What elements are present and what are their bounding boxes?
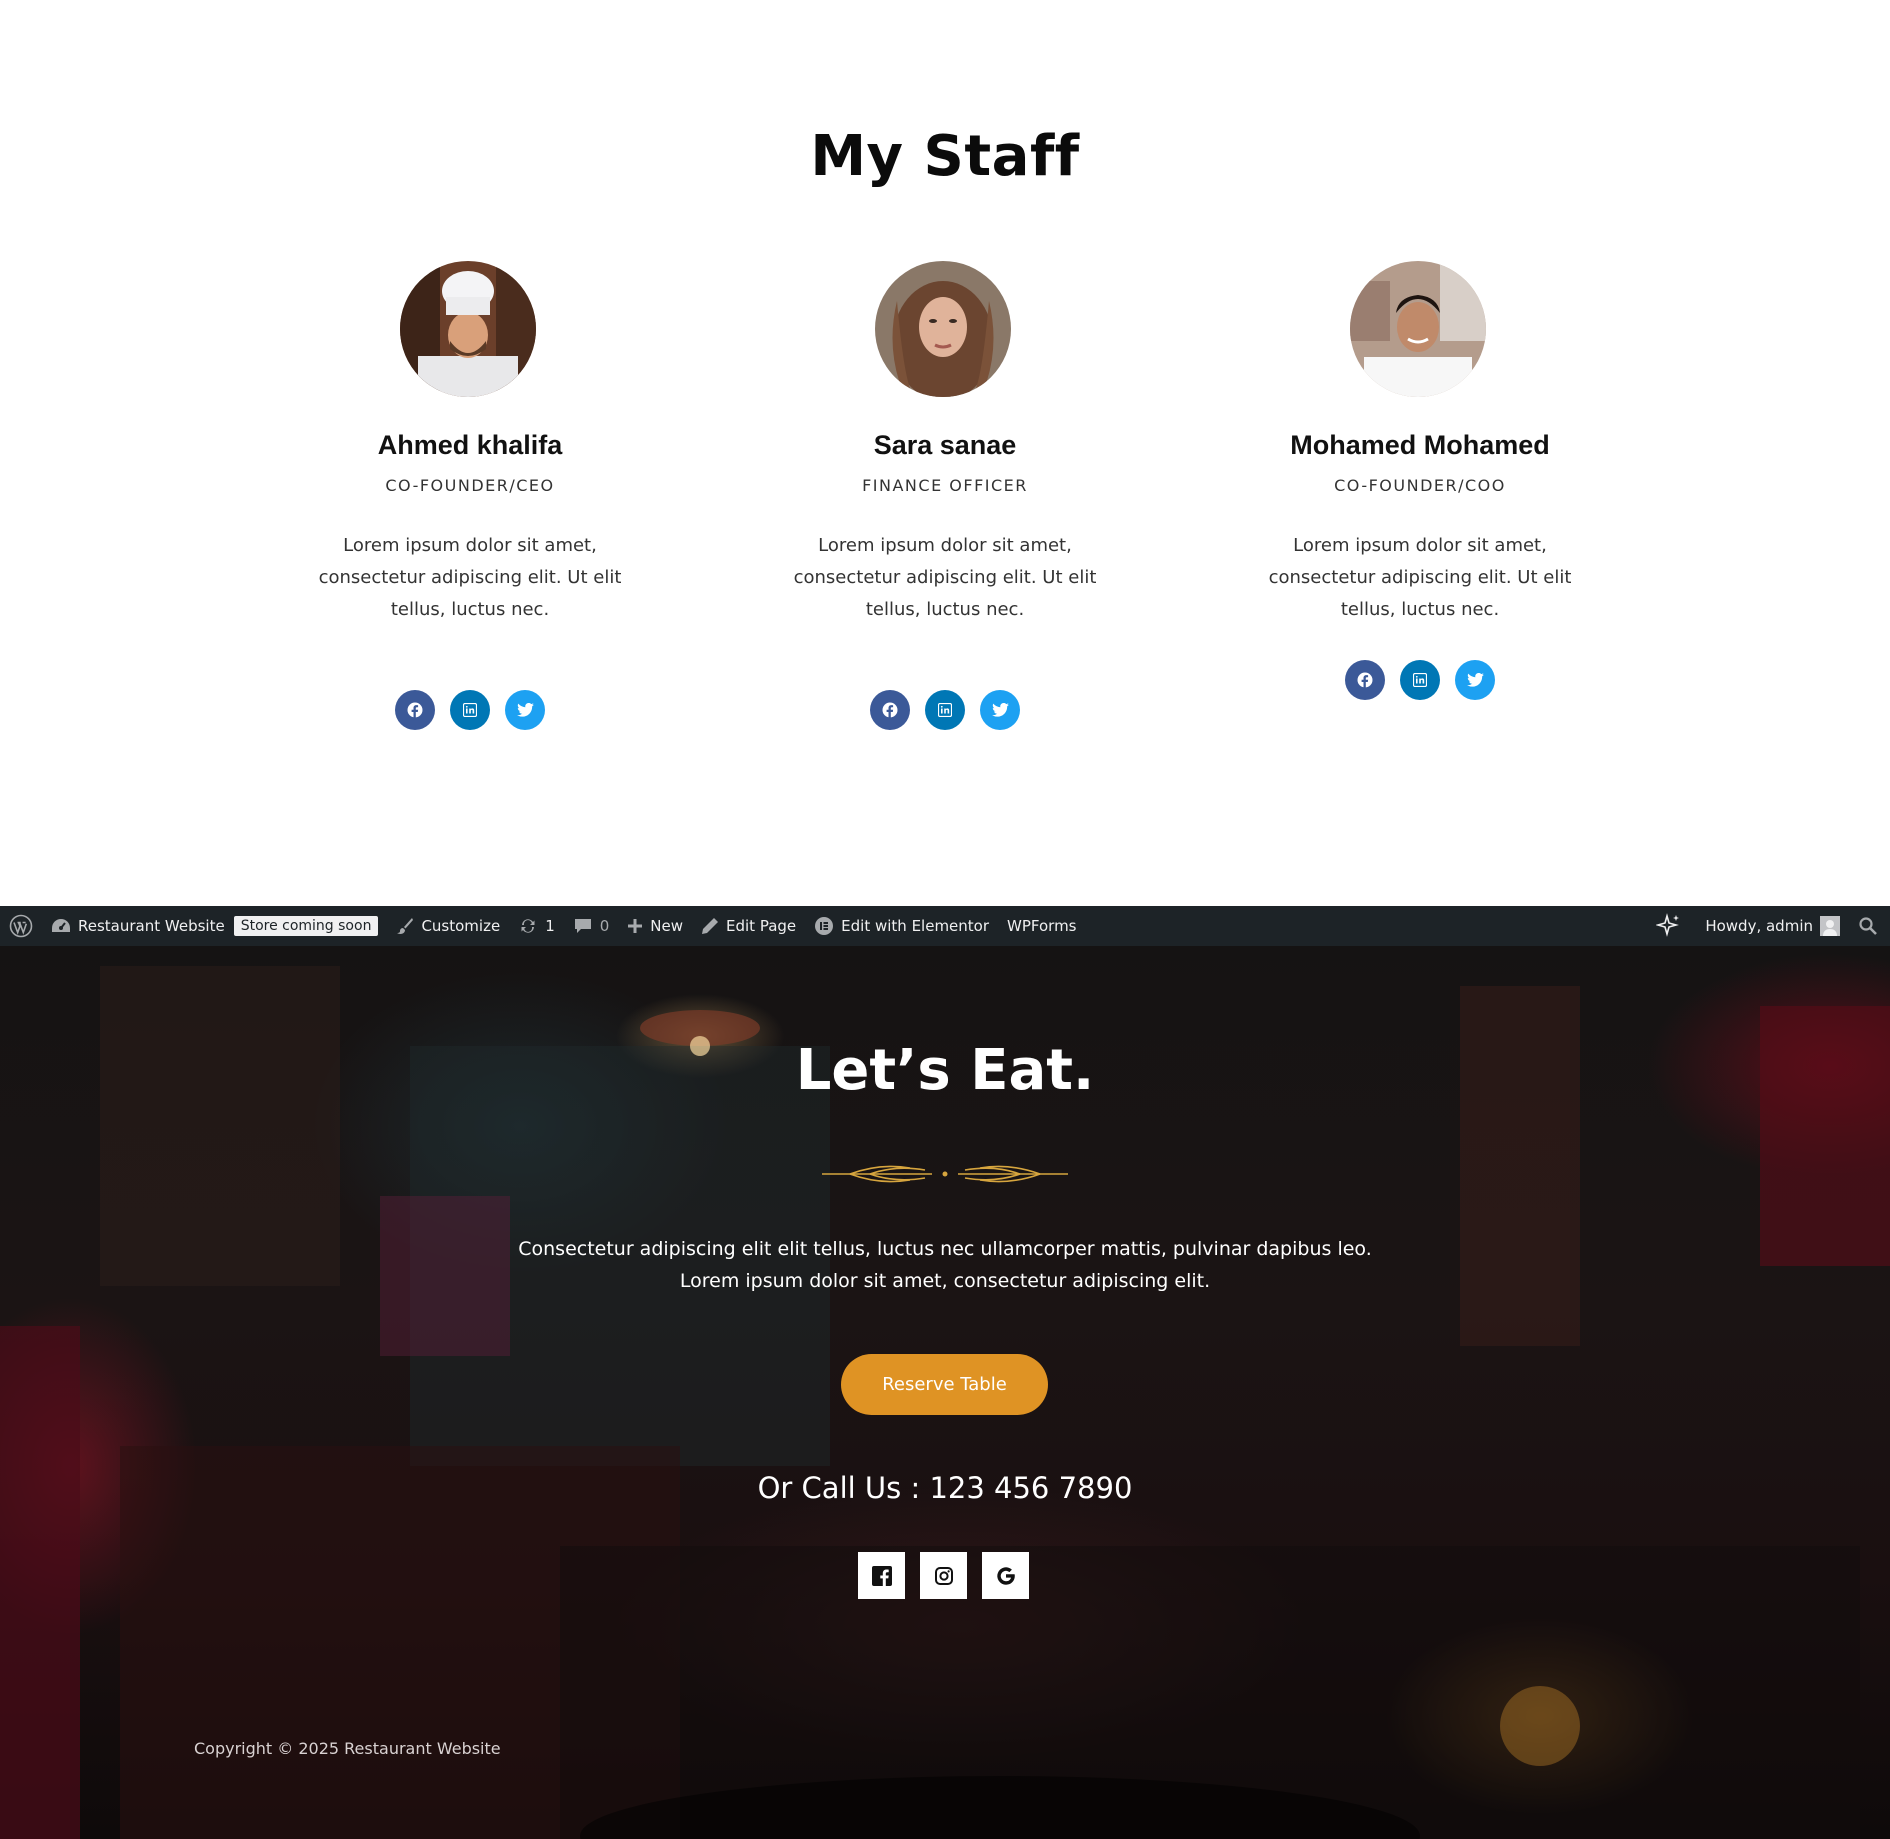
facebook-icon[interactable]	[870, 690, 910, 730]
cta-description-line-2: Lorem ipsum dolor sit amet, consectetur …	[679, 1270, 1211, 1292]
staff-name: Sara sanae	[873, 430, 1017, 460]
staff-social-links	[280, 690, 660, 730]
copyright-text: Copyright © 2025 Restaurant Website	[194, 1739, 501, 1758]
customize-label: Customize	[421, 917, 501, 935]
account-menu[interactable]: Howdy, admin	[1696, 906, 1849, 946]
google-icon[interactable]	[982, 1552, 1029, 1599]
staff-role: CO-FOUNDER/CEO	[385, 476, 555, 495]
site-name-label: Restaurant Website	[78, 917, 225, 935]
user-avatar-icon	[1820, 916, 1840, 936]
dashboard-icon	[52, 919, 70, 932]
staff-social-links	[1230, 660, 1610, 700]
howdy-label: Howdy, admin	[1705, 917, 1813, 935]
comments-link[interactable]: 0	[564, 906, 619, 946]
decorative-divider-icon	[822, 1165, 1068, 1183]
store-badge-label: Store coming soon	[233, 916, 379, 936]
plus-icon	[628, 919, 643, 933]
staff-bio: Lorem ipsum dolor sit amet, consectetur …	[793, 535, 1097, 620]
sparkle-icon	[1656, 913, 1680, 937]
twitter-icon[interactable]	[980, 690, 1020, 730]
cta-description: Consectetur adipiscing elit elit tellus,…	[0, 1233, 1890, 1297]
staff-bio: Lorem ipsum dolor sit amet, consectetur …	[318, 535, 622, 620]
staff-section: My Staff Ahmed khalifa CO-FOUNDER/CEO Lo…	[0, 0, 1890, 906]
elementor-icon	[815, 917, 834, 935]
staff-name: Mohamed Mohamed	[1290, 430, 1550, 460]
wpforms-link[interactable]: WPForms	[998, 906, 1085, 946]
twitter-icon[interactable]	[1455, 660, 1495, 700]
edit-page-link[interactable]: Edit Page	[692, 906, 805, 946]
footer-social-links	[858, 1552, 1029, 1599]
wp-admin-bar: Restaurant Website Store coming soon Cus…	[0, 906, 1890, 946]
linkedin-icon[interactable]	[925, 690, 965, 730]
comments-count: 0	[599, 917, 610, 935]
staff-social-links	[755, 690, 1135, 730]
wordpress-logo-icon[interactable]	[0, 906, 42, 946]
search-icon[interactable]	[1849, 906, 1890, 946]
staff-role: CO-FOUNDER/COO	[1334, 476, 1506, 495]
paintbrush-icon	[397, 918, 414, 934]
linkedin-icon[interactable]	[450, 690, 490, 730]
ai-sparkle-button[interactable]	[1647, 906, 1696, 946]
store-status-badge[interactable]: Store coming soon	[233, 906, 388, 946]
facebook-icon[interactable]	[395, 690, 435, 730]
staff-title: My Staff	[810, 124, 1080, 189]
facebook-icon[interactable]	[1345, 660, 1385, 700]
staff-name: Ahmed khalifa	[377, 430, 563, 460]
instagram-icon[interactable]	[920, 1552, 967, 1599]
new-content-link[interactable]: New	[618, 906, 692, 946]
comment-bubble-icon	[574, 919, 591, 933]
customize-link[interactable]: Customize	[387, 906, 509, 946]
cta-description-line-1: Consectetur adipiscing elit elit tellus,…	[518, 1238, 1372, 1260]
edit-page-label: Edit Page	[726, 917, 797, 935]
call-us-text: Or Call Us : 123 456 7890	[757, 1471, 1133, 1505]
edit-elementor-label: Edit with Elementor	[841, 917, 990, 935]
updates-count: 1	[545, 917, 555, 935]
pencil-icon	[702, 918, 719, 934]
facebook-square-icon[interactable]	[858, 1552, 905, 1599]
updates-link[interactable]: 1	[509, 906, 564, 946]
edit-with-elementor-link[interactable]: Edit with Elementor	[805, 906, 998, 946]
wpforms-label: WPForms	[1007, 917, 1077, 935]
avatar	[875, 261, 1011, 397]
updates-icon	[521, 919, 535, 933]
reserve-table-button[interactable]: Reserve Table	[841, 1354, 1048, 1415]
linkedin-icon[interactable]	[1400, 660, 1440, 700]
new-label: New	[650, 917, 684, 935]
avatar	[1350, 261, 1486, 397]
avatar	[400, 261, 536, 397]
staff-bio: Lorem ipsum dolor sit amet, consectetur …	[1268, 535, 1572, 620]
staff-role: FINANCE OFFICER	[862, 476, 1028, 495]
twitter-icon[interactable]	[505, 690, 545, 730]
site-name-link[interactable]: Restaurant Website	[42, 906, 234, 946]
cta-title: Let’s Eat.	[795, 1038, 1095, 1103]
cta-section: Let’s Eat. Consectetur adipiscing elit e…	[0, 946, 1890, 1839]
admin-bar-secondary: Howdy, admin	[1647, 906, 1890, 946]
